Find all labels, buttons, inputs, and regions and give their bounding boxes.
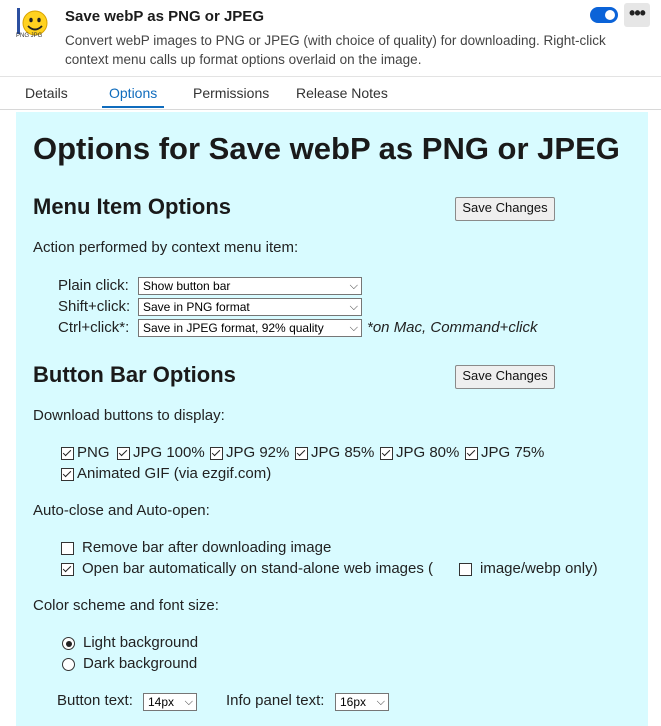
color-scheme-label: Color scheme and font size: [33, 597, 219, 614]
active-tab-indicator [102, 106, 164, 108]
checkbox-jpg-75[interactable] [465, 447, 478, 460]
action-label: Action performed by context menu item: [33, 239, 299, 256]
mac-note: *on Mac, Command+click [367, 319, 538, 336]
checkbox-jpg-80-label: JPG 80% [396, 444, 460, 461]
button-text-label: Button text: [57, 692, 133, 709]
checkbox-open-bar-label: Open bar automatically on stand-alone we… [82, 560, 434, 577]
checkbox-jpg-100-label: JPG 100% [133, 444, 205, 461]
tab-permissions[interactable]: Permissions [193, 85, 269, 101]
tab-release-notes[interactable]: Release Notes [296, 85, 388, 101]
radio-light-background[interactable] [62, 637, 75, 650]
radio-dark-background[interactable] [62, 658, 75, 671]
checkbox-webp-only[interactable] [459, 563, 472, 576]
plain-click-label: Plain click: [58, 277, 129, 294]
tab-details[interactable]: Details [25, 85, 68, 101]
info-panel-size-select[interactable]: 16px ⌵ [335, 693, 389, 711]
download-buttons-label: Download buttons to display: [33, 407, 225, 424]
checkbox-jpg-100[interactable] [117, 447, 130, 460]
shift-click-select[interactable]: Save in PNG format ⌵ [138, 298, 362, 316]
extension-description: Convert webP images to PNG or JPEG (with… [65, 33, 606, 67]
checkbox-remove-bar[interactable] [61, 542, 74, 555]
more-options-button[interactable]: ••• [624, 3, 650, 27]
button-bar-heading: Button Bar Options [33, 362, 236, 387]
button-text-size-value: 14px [148, 695, 175, 709]
checkbox-png[interactable] [61, 447, 74, 460]
chevron-down-icon: ⌵ [349, 301, 358, 313]
checkbox-jpg-92-label: JPG 92% [226, 444, 290, 461]
plain-click-value: Show button bar [143, 279, 231, 293]
chevron-down-icon: ⌵ [184, 696, 193, 708]
extension-icon: PNG JPG [14, 6, 52, 44]
page-title: Options for Save webP as PNG or JPEG [33, 131, 620, 166]
tab-options[interactable]: Options [109, 85, 157, 101]
tab-bar: Details Options Permissions Release Note… [0, 77, 661, 110]
extension-icon-label: PNG JPG [16, 33, 43, 39]
ctrl-click-select[interactable]: Save in JPEG format, 92% quality ⌵ [138, 319, 362, 337]
radio-light-label: Light background [83, 634, 199, 651]
chevron-down-icon: ⌵ [376, 696, 385, 708]
checkbox-webp-only-label: image/webp only) [480, 560, 598, 577]
radio-dark-label: Dark background [83, 655, 198, 672]
checkbox-jpg-80[interactable] [380, 447, 393, 460]
extension-title: Save webP as PNG or JPEG [65, 8, 264, 25]
ctrl-click-label: Ctrl+click*: [58, 319, 130, 336]
button-text-size-select[interactable]: 14px ⌵ [143, 693, 197, 711]
chevron-down-icon: ⌵ [349, 322, 358, 334]
plain-click-select[interactable]: Show button bar ⌵ [138, 277, 362, 295]
checkbox-jpg-75-label: JPG 75% [481, 444, 545, 461]
checkbox-png-label: PNG [77, 444, 110, 461]
info-panel-text-label: Info panel text: [226, 692, 325, 709]
checkbox-jpg-85[interactable] [295, 447, 308, 460]
shift-click-label: Shift+click: [58, 298, 131, 315]
checkbox-jpg-92[interactable] [210, 447, 223, 460]
enable-toggle[interactable] [590, 7, 618, 23]
chevron-down-icon: ⌵ [349, 280, 358, 292]
checkbox-remove-bar-label: Remove bar after downloading image [82, 539, 332, 556]
shift-click-value: Save in PNG format [143, 300, 250, 314]
save-changes-button-bar[interactable]: Save Changes [455, 365, 555, 389]
toggle-knob [605, 10, 615, 20]
checkbox-open-bar[interactable] [61, 563, 74, 576]
menu-options-heading: Menu Item Options [33, 194, 231, 219]
extension-header: PNG JPG Save webP as PNG or JPEG Convert… [0, 0, 661, 77]
checkbox-jpg-85-label: JPG 85% [311, 444, 375, 461]
save-changes-button-menu[interactable]: Save Changes [455, 197, 555, 221]
checkbox-animated-gif-label: Animated GIF (via ezgif.com) [77, 465, 272, 482]
info-panel-size-value: 16px [340, 695, 367, 709]
ctrl-click-value: Save in JPEG format, 92% quality [143, 321, 324, 335]
auto-close-label: Auto-close and Auto-open: [33, 502, 210, 519]
checkbox-animated-gif[interactable] [61, 468, 74, 481]
